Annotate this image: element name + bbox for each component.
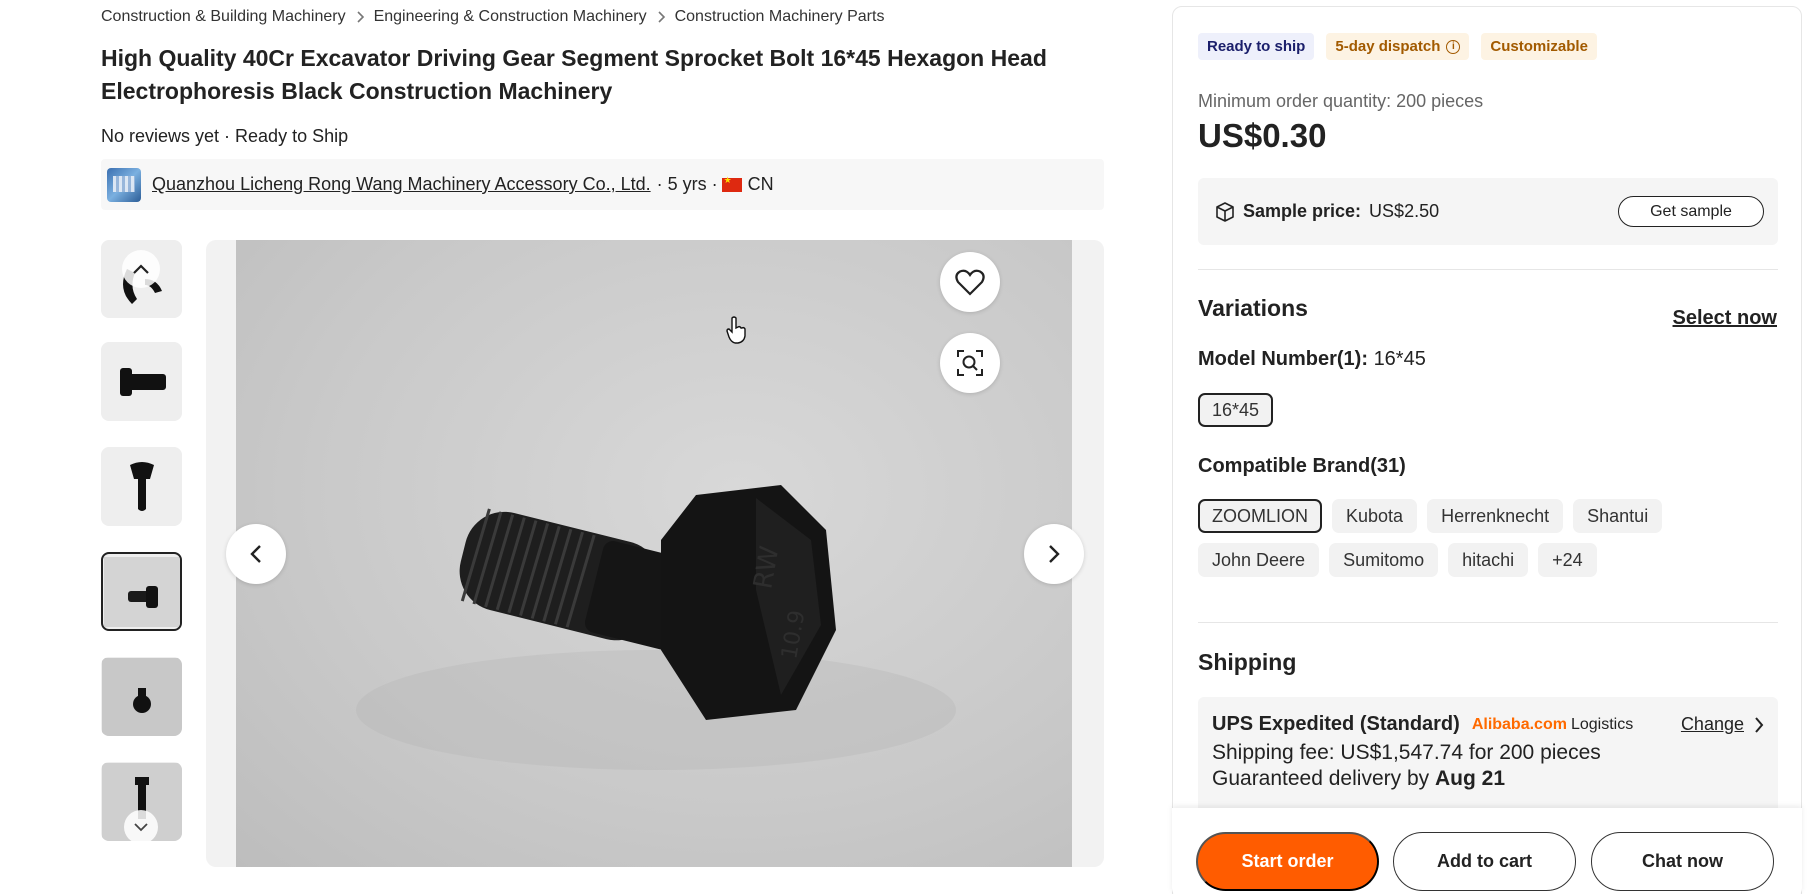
shipping-box: UPS Expedited (Standard) Alibaba.com Log…	[1198, 697, 1778, 817]
compatible-brand-label: Compatible Brand(31)	[1198, 455, 1406, 477]
supplier-name-link[interactable]: Quanzhou Licheng Rong Wang Machinery Acc…	[152, 174, 651, 195]
brand-option-john-deere[interactable]: John Deere	[1198, 543, 1320, 577]
brand-option-kubota[interactable]: Kubota	[1332, 499, 1418, 533]
previous-image-button[interactable]	[226, 524, 286, 584]
thumbnail-5[interactable]	[101, 657, 182, 736]
dispatch-badge-label: 5-day dispatch	[1335, 38, 1441, 55]
logistics-label: Logistics	[1570, 715, 1634, 733]
supplier-logo[interactable]	[107, 167, 141, 202]
add-to-cart-button[interactable]: Add to cart	[1393, 832, 1576, 891]
chevron-right-icon	[1049, 545, 1060, 563]
unit-price: US$0.30	[1198, 117, 1327, 154]
brand-option-hitachi[interactable]: hitachi	[1448, 543, 1529, 577]
hand-cursor-icon	[726, 316, 746, 349]
thumbnail-scroll-down-button[interactable]	[124, 810, 158, 844]
image-search-button[interactable]	[940, 333, 1000, 393]
ready-to-ship-badge: Ready to ship	[1198, 33, 1315, 60]
change-shipping-link[interactable]: Change	[1681, 714, 1764, 735]
change-shipping-label: Change	[1680, 714, 1744, 734]
get-sample-button[interactable]: Get sample	[1618, 196, 1764, 227]
delivery-guarantee: Guaranteed delivery by Aug 21	[1212, 767, 1764, 791]
heart-icon	[955, 269, 985, 296]
divider	[1198, 269, 1778, 270]
shipping-title: Shipping	[1198, 649, 1297, 675]
thumbnail-scroll-up-button[interactable]	[122, 250, 160, 288]
supplier-years: · 5 yrs ·	[656, 174, 718, 194]
next-image-button[interactable]	[1024, 524, 1084, 584]
brand-options: ZOOMLION Kubota Herrenknecht Shantui Joh…	[1198, 499, 1778, 577]
chevron-right-icon	[647, 11, 675, 23]
start-order-button[interactable]: Start order	[1196, 832, 1379, 891]
chevron-up-icon	[133, 264, 149, 274]
thumbnail-strip	[101, 240, 182, 844]
badge-row: Ready to ship 5-day dispatch i Customiza…	[1198, 33, 1597, 60]
chevron-down-icon	[134, 822, 148, 831]
thumbnail-2[interactable]	[101, 342, 182, 421]
sample-price-label: Sample price:	[1243, 201, 1362, 221]
product-title: High Quality 40Cr Excavator Driving Gear…	[101, 45, 1047, 104]
main-product-image-viewer: RW 10.9	[206, 240, 1104, 867]
brand-option-herrenknecht[interactable]: Herrenknecht	[1427, 499, 1564, 533]
delivery-date: Aug 21	[1434, 767, 1505, 790]
supplier-country: CN	[747, 174, 774, 194]
brand-option-shantui[interactable]: Shantui	[1573, 499, 1663, 533]
delivery-prefix: Guaranteed delivery by	[1212, 767, 1430, 790]
model-number-value: 16*45	[1373, 348, 1426, 370]
purchase-panel: Ready to ship 5-day dispatch i Customiza…	[1172, 6, 1802, 894]
model-number-label: Model Number(1):	[1198, 348, 1368, 370]
thumbnail-3[interactable]	[101, 447, 182, 526]
breadcrumb-item-machinery-parts[interactable]: Construction Machinery Parts	[675, 8, 885, 26]
model-options: 16*45	[1198, 393, 1778, 427]
variations-title: Variations	[1198, 295, 1308, 321]
box-icon	[1216, 201, 1234, 222]
info-icon[interactable]: i	[1446, 39, 1461, 54]
sample-price-value: US$2.50	[1369, 201, 1440, 221]
shipping-method: UPS Expedited (Standard)	[1212, 713, 1460, 735]
brand-option-more[interactable]: +24	[1538, 543, 1597, 577]
alibaba-logistics-logo: Alibaba.com	[1471, 715, 1567, 733]
dispatch-badge[interactable]: 5-day dispatch i	[1326, 33, 1470, 60]
model-option-16x45[interactable]: 16*45	[1198, 393, 1274, 427]
image-search-icon	[957, 350, 983, 376]
chevron-right-icon	[1755, 716, 1764, 733]
breadcrumb-item-building-machinery[interactable]: Construction & Building Machinery	[101, 8, 346, 26]
sample-price-box: Sample price: US$2.50 Get sample	[1198, 178, 1778, 245]
reviews-status: No reviews yet · Ready to Ship	[101, 126, 349, 146]
main-product-image[interactable]: RW 10.9	[236, 240, 1072, 867]
breadcrumb-item-engineering-machinery[interactable]: Engineering & Construction Machinery	[374, 8, 647, 26]
customizable-badge: Customizable	[1481, 33, 1597, 60]
chat-now-button[interactable]: Chat now	[1591, 832, 1774, 891]
model-number-row: Model Number(1): 16*45	[1198, 348, 1426, 371]
breadcrumb: Construction & Building Machinery Engine…	[101, 8, 884, 26]
shipping-fee: Shipping fee: US$1,547.74 for 200 pieces	[1212, 741, 1601, 764]
divider	[1198, 622, 1778, 623]
china-flag-icon	[721, 175, 742, 192]
action-bar: Start order Add to cart Chat now	[1172, 808, 1802, 894]
brand-option-sumitomo[interactable]: Sumitomo	[1329, 543, 1439, 577]
brand-option-zoomlion[interactable]: ZOOMLION	[1198, 499, 1323, 533]
thumbnail-4[interactable]	[101, 552, 182, 631]
chevron-left-icon	[250, 545, 261, 563]
minimum-order-quantity: Minimum order quantity: 200 pieces	[1198, 91, 1484, 111]
chevron-right-icon	[346, 11, 374, 23]
supplier-bar: Quanzhou Licheng Rong Wang Machinery Acc…	[101, 159, 1104, 210]
select-now-link[interactable]: Select now	[1673, 307, 1777, 330]
favorite-button[interactable]	[940, 252, 1000, 312]
